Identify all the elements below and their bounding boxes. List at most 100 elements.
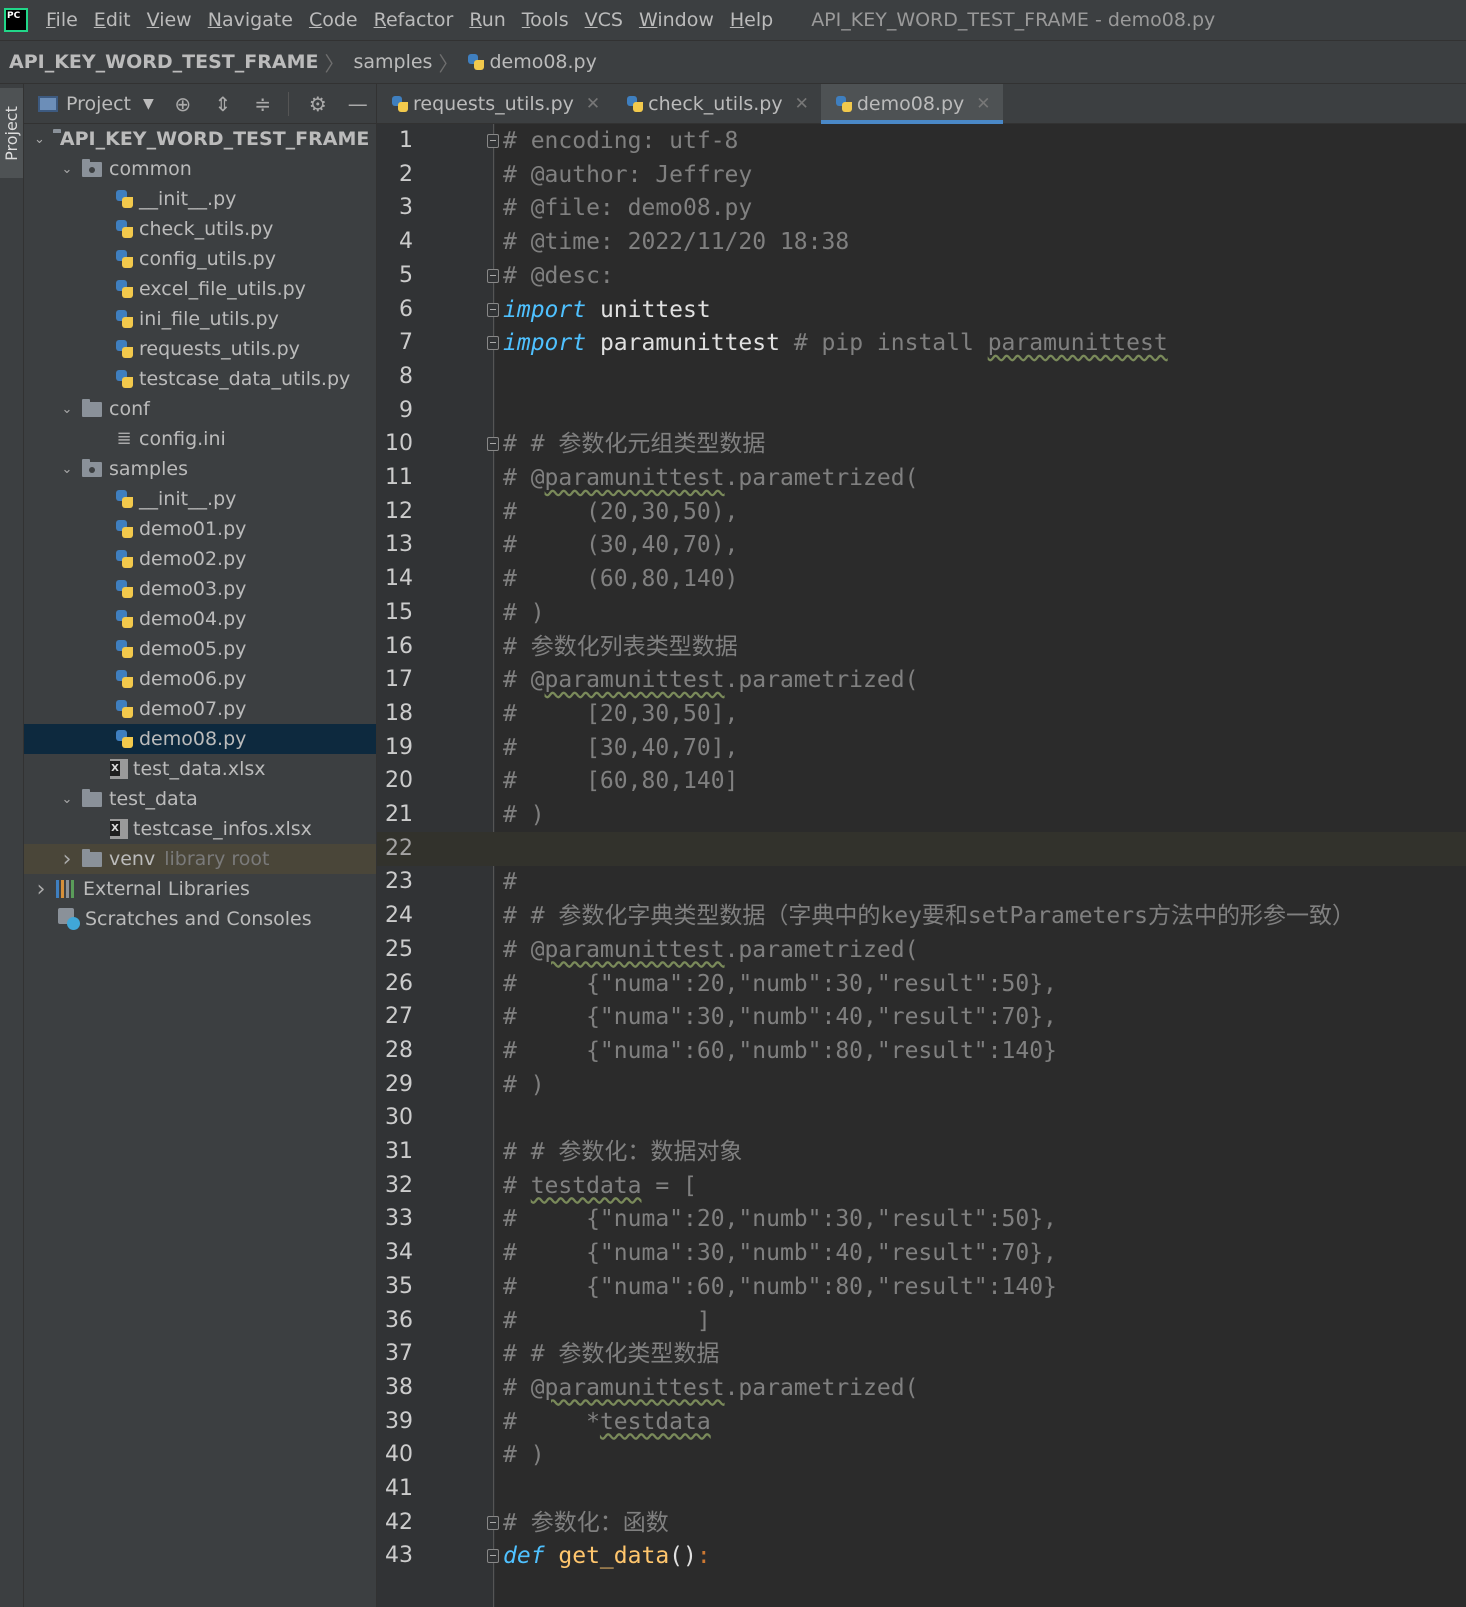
tree-folder-venv[interactable]: › venv library root (24, 844, 376, 874)
chevron-down-icon[interactable]: ⌄ (60, 462, 74, 477)
tree-external-libraries[interactable]: › External Libraries (24, 874, 376, 904)
code-line[interactable]: 3 # @file: demo08.py (377, 191, 1466, 226)
tree-file[interactable]: excel_file_utils.py (24, 274, 376, 304)
code-line[interactable]: 33 # {"numa":20,"numb":30,"result":50}, (377, 1202, 1466, 1237)
code-line[interactable]: 9 (377, 394, 1466, 429)
editor-tab-requests-utils-py[interactable]: requests_utils.py ✕ (377, 84, 612, 123)
menu-navigate[interactable]: Navigate (200, 9, 301, 31)
tree-file[interactable]: demo08.py (24, 724, 376, 754)
code-line[interactable]: 6 import unittest (377, 293, 1466, 328)
tree-file[interactable]: __init__.py (24, 484, 376, 514)
code-line[interactable]: 40 # ) (377, 1438, 1466, 1473)
tree-file[interactable]: config_utils.py (24, 244, 376, 274)
menu-window[interactable]: Window (631, 9, 722, 31)
code-line[interactable]: 38 # @paramunittest.parametrized( (377, 1371, 1466, 1406)
menu-vcs[interactable]: VCS (577, 9, 631, 31)
code-line[interactable]: 4 # @time: 2022/11/20 18:38 (377, 225, 1466, 260)
chevron-down-icon[interactable]: ⌄ (60, 162, 74, 177)
code-line[interactable]: 27 # {"numa":30,"numb":40,"result":70}, (377, 1000, 1466, 1035)
tree-file[interactable]: demo06.py (24, 664, 376, 694)
code-line[interactable]: 29 # ) (377, 1068, 1466, 1103)
tree-file[interactable]: requests_utils.py (24, 334, 376, 364)
code-line[interactable]: 41 (377, 1472, 1466, 1507)
code-line[interactable]: 35 # {"numa":60,"numb":80,"result":140} (377, 1270, 1466, 1305)
menu-help[interactable]: Help (722, 9, 781, 31)
code-line[interactable]: 32 # testdata = [ (377, 1169, 1466, 1204)
close-icon[interactable]: ✕ (976, 94, 990, 114)
hide-panel-icon[interactable]: — (347, 92, 369, 116)
code-line[interactable]: 17 # @paramunittest.parametrized( (377, 663, 1466, 698)
breadcrumb-root[interactable]: API_KEY_WORD_TEST_FRAME (0, 51, 324, 73)
code-line[interactable]: 2 # @author: Jeffrey (377, 158, 1466, 193)
tree-folder-conf[interactable]: ⌄ conf (24, 394, 376, 424)
code-line[interactable]: 24 # # 参数化字典类型数据（字典中的key要和setParameters方法… (377, 899, 1466, 934)
menu-view[interactable]: View (139, 9, 200, 31)
breadcrumb-file[interactable]: demo08.py (458, 51, 602, 73)
code-line[interactable]: 23 # (377, 865, 1466, 900)
fold-marker-icon[interactable] (487, 134, 499, 148)
code-line[interactable]: 18 # [20,30,50], (377, 697, 1466, 732)
code-line[interactable]: 37 # # 参数化类型数据 (377, 1337, 1466, 1372)
tree-file[interactable]: testcase_data_utils.py (24, 364, 376, 394)
editor-tab-check-utils-py[interactable]: check_utils.py ✕ (612, 84, 821, 123)
tree-file[interactable]: demo03.py (24, 574, 376, 604)
collapse-all-icon[interactable]: ≑ (252, 92, 274, 116)
tree-file[interactable]: demo02.py (24, 544, 376, 574)
code-line[interactable]: 8 (377, 360, 1466, 395)
menu-refactor[interactable]: Refactor (366, 9, 462, 31)
tree-file[interactable]: check_utils.py (24, 214, 376, 244)
expand-all-icon[interactable]: ⇕ (212, 92, 234, 116)
code-line[interactable]: 10 # # 参数化元组类型数据 (377, 427, 1466, 462)
locate-file-icon[interactable]: ⊕ (172, 92, 194, 116)
code-line[interactable]: 43 def get_data(): (377, 1539, 1466, 1574)
code-line[interactable]: 12 # (20,30,50), (377, 495, 1466, 530)
code-line[interactable]: 14 # (60,80,140) (377, 562, 1466, 597)
tree-file[interactable]: testcase_infos.xlsx (24, 814, 376, 844)
tree-file[interactable]: ≣ config.ini (24, 424, 376, 454)
tree-file[interactable]: demo05.py (24, 634, 376, 664)
dropdown-caret-icon[interactable]: ▼ (143, 96, 154, 112)
fold-marker-icon[interactable] (487, 437, 499, 452)
project-tool-tab[interactable]: Project (0, 88, 23, 178)
menu-tools[interactable]: Tools (514, 9, 577, 31)
code-line[interactable]: 16 # 参数化列表类型数据 (377, 630, 1466, 665)
fold-marker-icon[interactable] (487, 268, 499, 283)
fold-marker-icon[interactable] (487, 336, 499, 351)
chevron-right-icon[interactable]: › (60, 847, 74, 872)
chevron-down-icon[interactable]: ⌄ (34, 132, 45, 147)
code-line[interactable]: 15 # ) (377, 596, 1466, 631)
tree-file[interactable]: test_data.xlsx (24, 754, 376, 784)
tree-file[interactable]: demo01.py (24, 514, 376, 544)
code-line[interactable]: 13 # (30,40,70), (377, 528, 1466, 563)
code-line[interactable]: 30 (377, 1101, 1466, 1136)
code-line[interactable]: 7 import paramunittest # pip install para… (377, 326, 1466, 361)
code-line[interactable]: 39 # *testdata (377, 1405, 1466, 1440)
code-line[interactable]: 1 # encoding: utf-8 (377, 124, 1466, 159)
fold-marker-icon[interactable] (487, 302, 499, 317)
tree-folder-common[interactable]: ⌄ common (24, 154, 376, 184)
menu-code[interactable]: Code (301, 9, 366, 31)
code-line[interactable]: 34 # {"numa":30,"numb":40,"result":70}, (377, 1236, 1466, 1271)
chevron-right-icon[interactable]: › (34, 877, 48, 902)
tree-folder-test-data[interactable]: ⌄ test_data (24, 784, 376, 814)
fold-marker-icon[interactable] (487, 1549, 499, 1564)
project-view-selector[interactable]: Project (66, 93, 131, 115)
chevron-down-icon[interactable]: ⌄ (60, 792, 74, 807)
code-line[interactable]: 22 (377, 831, 1466, 867)
code-line[interactable]: 42 # 参数化：函数 (377, 1506, 1466, 1541)
code-line[interactable]: 21 # ) (377, 798, 1466, 833)
code-line[interactable]: 11 # @paramunittest.parametrized( (377, 461, 1466, 496)
tree-folder-samples[interactable]: ⌄ samples (24, 454, 376, 484)
code-line[interactable]: 28 # {"numa":60,"numb":80,"result":140} (377, 1034, 1466, 1069)
tree-root[interactable]: ⌄API_KEY_WORD_TEST_FRAMEE (24, 124, 389, 154)
close-icon[interactable]: ✕ (586, 94, 600, 114)
gear-icon[interactable]: ⚙ (307, 92, 329, 116)
tree-scratches[interactable]: Scratches and Consoles (24, 904, 376, 934)
code-line[interactable]: 20 # [60,80,140] (377, 764, 1466, 799)
chevron-down-icon[interactable]: ⌄ (60, 402, 74, 417)
tree-file[interactable]: ini_file_utils.py (24, 304, 376, 334)
breadcrumb-folder[interactable]: samples (344, 51, 438, 73)
menu-run[interactable]: Run (461, 9, 513, 31)
tree-file[interactable]: demo04.py (24, 604, 376, 634)
tree-file[interactable]: __init__.py (24, 184, 376, 214)
